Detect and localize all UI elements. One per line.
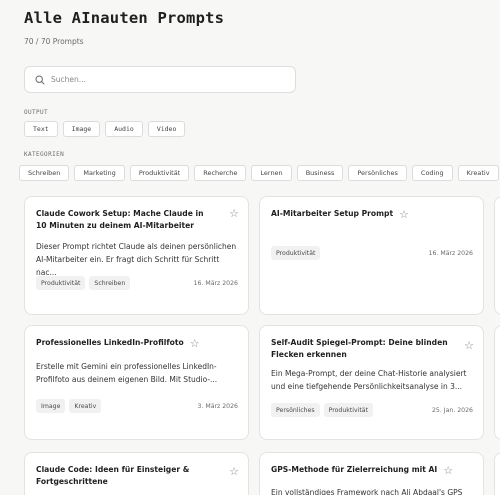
card-tags: Persönliches Produktivität — [271, 403, 374, 417]
search-icon — [35, 74, 45, 85]
card-tag: Produktivität — [271, 246, 321, 260]
favorite-star-icon[interactable]: ☆ — [229, 466, 239, 477]
card-peek — [494, 196, 500, 315]
card-title: Professionelles LinkedIn-Profilfoto ☆ — [36, 337, 236, 349]
filter-category-kreativ[interactable]: Kreativ — [457, 165, 499, 181]
prompt-card[interactable]: Self-Audit Spiegel-Prompt: Deine blinden… — [259, 325, 484, 440]
filter-category-lernen[interactable]: Lernen — [251, 165, 292, 181]
card-date: 25. Jan. 2026 — [431, 407, 473, 414]
filter-category-business[interactable]: Business — [296, 165, 344, 181]
card-tags: Produktivität — [271, 246, 321, 260]
filter-output-text[interactable]: Text — [24, 121, 58, 137]
card-description: Ein Mega-Prompt, der deine Chat-Historie… — [271, 369, 467, 391]
favorite-star-icon[interactable]: ☆ — [443, 465, 453, 476]
prompt-card[interactable]: AI-Mitarbeiter Setup Prompt ☆ Produktivit… — [259, 196, 484, 315]
prompt-card[interactable]: Professionelles LinkedIn-Profilfoto ☆ Ers… — [24, 325, 249, 440]
favorite-star-icon[interactable]: ☆ — [399, 209, 409, 220]
card-tag: Persönliches — [271, 403, 320, 417]
prompt-card[interactable]: Claude Cowork Setup: Mache Claude in 10 … — [24, 196, 249, 315]
card-tag: Image — [36, 399, 66, 413]
card-title: Claude Cowork Setup: Mache Claude in 10 … — [36, 209, 204, 230]
prompt-card[interactable]: Claude Code: Ideen für Einsteiger & Fort… — [24, 452, 249, 495]
card-tag: Kreativ — [69, 399, 102, 413]
filter-category-marketing[interactable]: Marketing — [74, 165, 125, 181]
card-title: Self-Audit Spiegel-Prompt: Deine blinden… — [271, 338, 448, 359]
card-tag: Schreiben — [89, 276, 131, 290]
prompt-count: 70 / 70 Prompts — [24, 37, 84, 46]
card-date: 16. März 2026 — [428, 250, 473, 257]
card-tags: Image Kreativ — [36, 399, 102, 413]
favorite-star-icon[interactable]: ☆ — [464, 340, 474, 351]
card-date: 16. März 2026 — [193, 280, 238, 287]
card-description: Dieser Prompt richtet Claude als deinen … — [36, 242, 237, 277]
category-filter-row: Schreiben Marketing Produktivität Recher… — [19, 165, 500, 181]
output-filter-row: Text Image Audio Video — [24, 121, 186, 137]
kategorien-section-label: KATEGORIEN — [24, 151, 65, 158]
filter-category-coding[interactable]: Coding — [411, 165, 453, 181]
favorite-star-icon[interactable]: ☆ — [229, 208, 239, 219]
card-title-text: GPS-Methode für Zielerreichung mit AI — [271, 465, 438, 474]
output-section-label: OUTPUT — [24, 109, 49, 116]
filter-category-recherche[interactable]: Recherche — [194, 165, 247, 181]
card-peek — [494, 325, 500, 440]
search-box[interactable] — [24, 66, 296, 93]
prompt-card[interactable]: GPS-Methode für Zielerreichung mit AI ☆ E… — [259, 452, 484, 495]
filter-category-produktivitaet[interactable]: Produktivität — [129, 165, 190, 181]
card-title: AI-Mitarbeiter Setup Prompt ☆ — [271, 208, 471, 220]
card-peek — [494, 452, 500, 495]
card-description: Ein vollständiges Framework nach Ali Abd… — [271, 488, 463, 495]
page-title: Alle AInauten Prompts — [24, 9, 225, 27]
filter-output-image[interactable]: Image — [62, 121, 101, 137]
card-tags: Produktivität Schreiben — [36, 276, 131, 290]
card-date: 3. März 2026 — [197, 403, 238, 410]
filter-category-persoenliches[interactable]: Persönliches — [348, 165, 407, 181]
card-tag: Produktivität — [323, 403, 374, 417]
card-title-text: Professionelles LinkedIn-Profilfoto — [36, 338, 184, 347]
card-tag: Produktivität — [36, 276, 86, 290]
card-description: Erstelle mit Gemini ein professionelles … — [36, 362, 218, 384]
card-title: Claude Code: Ideen für Einsteiger & Fort… — [36, 465, 190, 486]
favorite-star-icon[interactable]: ☆ — [190, 338, 200, 349]
card-title-text: AI-Mitarbeiter Setup Prompt — [271, 209, 394, 218]
card-title: GPS-Methode für Zielerreichung mit AI ☆ — [271, 464, 471, 476]
filter-output-video[interactable]: Video — [147, 121, 186, 137]
search-input[interactable] — [51, 75, 281, 84]
filter-category-schreiben[interactable]: Schreiben — [19, 165, 70, 181]
filter-output-audio[interactable]: Audio — [105, 121, 143, 137]
